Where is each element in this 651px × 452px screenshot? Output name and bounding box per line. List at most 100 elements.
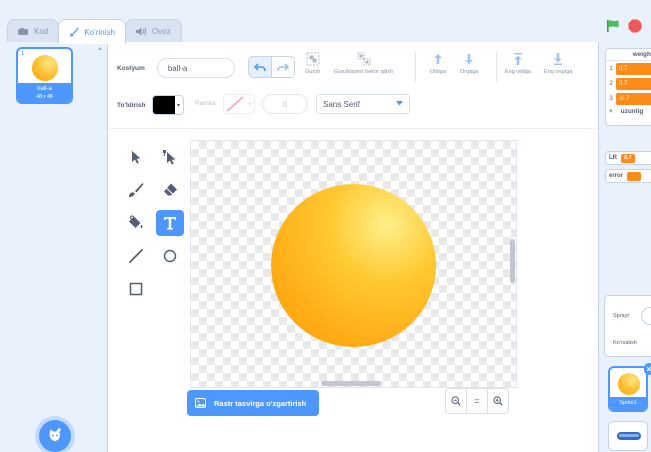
sprite-name-label: Sprayt: [613, 313, 629, 319]
convert-to-bitmap-label: Rastr tasvirga o'zgartirish: [214, 398, 307, 408]
costume-item-ball-a[interactable]: 1 ball-a 48 x 48: [16, 47, 73, 104]
canvas-horizontal-scrollbar[interactable]: [321, 381, 381, 386]
outline-width-input[interactable]: 0: [262, 94, 308, 114]
list-monitor-title: weigh: [606, 49, 651, 61]
fill-color-swatch[interactable]: ▾: [151, 95, 184, 115]
rectangle-tool[interactable]: [122, 276, 150, 302]
list-item-value[interactable]: 0.7: [616, 77, 651, 90]
delete-sprite-icon[interactable]: [644, 363, 651, 375]
costume-thumbnail: [32, 55, 58, 81]
tab-costumes[interactable]: Koʻrinish: [58, 19, 126, 44]
list-item: 2 0.7: [606, 76, 651, 91]
zoom-in-button[interactable]: [487, 388, 509, 414]
zoom-in-icon: [493, 396, 503, 406]
list-item-index: 2: [609, 80, 613, 87]
editor-tabs: Kod Koʻrinish Ovoz: [7, 19, 182, 44]
sprite-name-input[interactable]: [641, 307, 651, 325]
arrow-down-icon: [465, 54, 474, 64]
font-select[interactable]: Sans Serif: [316, 94, 410, 114]
chevron-down-icon: ▾: [248, 101, 252, 108]
tab-sounds[interactable]: Ovoz: [124, 19, 182, 43]
zoom-reset-button[interactable]: =: [466, 388, 488, 414]
redo-button[interactable]: [271, 56, 295, 78]
zoom-controls: =: [445, 388, 509, 414]
convert-to-bitmap-button[interactable]: Rastr tasvirga o'zgartirish: [187, 390, 319, 416]
ball-shape[interactable]: [271, 184, 436, 347]
undo-button[interactable]: [248, 56, 272, 78]
redo-icon: [277, 62, 289, 71]
line-icon: [129, 249, 143, 263]
stage-pane: weigh 1 0.7 2 0.7 3 -0.7 + uzunlig LR 0.…: [600, 42, 651, 452]
paddle-thumbnail-icon: [617, 432, 641, 440]
circle-icon: [163, 249, 177, 263]
text-tool[interactable]: [156, 210, 184, 236]
brush-tool[interactable]: [122, 177, 150, 203]
group-icon: [306, 52, 320, 66]
group-button[interactable]: Guruh: [305, 52, 320, 75]
circle-tool[interactable]: [156, 243, 184, 269]
variable-value: 0.7: [621, 153, 635, 163]
drawing-canvas[interactable]: [190, 140, 517, 388]
arrow-bottom-icon: [554, 53, 563, 65]
zoom-out-icon: [451, 396, 461, 406]
reshape-tool[interactable]: [156, 144, 184, 170]
zoom-out-button[interactable]: [445, 388, 467, 414]
costume-item-name: ball-a: [37, 86, 52, 92]
eraser-tool[interactable]: [156, 177, 184, 203]
front-button[interactable]: Eng oldiga: [505, 52, 531, 75]
outline-label: Ramka: [195, 100, 216, 107]
stop-icon[interactable]: [628, 19, 642, 33]
forward-button[interactable]: Oldiga: [430, 52, 446, 75]
fill-color-preview: [152, 96, 175, 114]
tab-costumes-label: Koʻrinish: [84, 27, 115, 37]
tab-code[interactable]: Kod: [7, 19, 60, 43]
list-monitor-weights[interactable]: weigh 1 0.7 2 0.7 3 -0.7 + uzunlig: [605, 48, 651, 126]
select-tool[interactable]: [122, 144, 150, 170]
drawing-tools: [122, 144, 184, 302]
outline-color-swatch[interactable]: ▾: [223, 94, 255, 114]
costume-name-label: Kostyum: [117, 64, 145, 72]
backward-label: Orqaga: [460, 69, 479, 75]
cat-plus-icon: [49, 428, 62, 441]
costume-item-size: 48 x 48: [36, 94, 53, 100]
costume-list-scroll-up-icon[interactable]: [96, 44, 104, 444]
costume-number: 1: [21, 51, 25, 57]
image-icon: [195, 398, 206, 408]
toolbar-divider: [496, 52, 497, 82]
line-tool[interactable]: [122, 243, 150, 269]
show-label: Ko'rsatish: [613, 340, 637, 346]
tab-sounds-label: Ovoz: [151, 27, 171, 36]
text-icon: [164, 217, 176, 230]
brush-icon: [70, 27, 80, 37]
list-item-value[interactable]: 0.7: [616, 62, 651, 75]
add-costume-button[interactable]: [39, 420, 71, 452]
costume-name-input[interactable]: ball-a: [156, 58, 235, 78]
list-item: 1 0.7: [606, 61, 651, 76]
green-flag-icon[interactable]: [606, 19, 620, 33]
fill-tool[interactable]: [122, 210, 150, 236]
paint-editor: Kostyum ball-a Guruh Guruhlashni bekor q…: [108, 42, 599, 452]
canvas-vertical-scrollbar[interactable]: [510, 239, 515, 283]
sprite-thumbnail: [618, 373, 640, 395]
arrow-pointer-icon: [132, 151, 141, 164]
front-label: Eng oldiga: [505, 69, 531, 75]
sprite-tile-sprite1[interactable]: Sprite1: [608, 366, 648, 412]
back-button[interactable]: Eng orqaga: [544, 52, 572, 75]
rectangle-icon: [129, 282, 143, 296]
ungroup-button[interactable]: Guruhlashni bekor qilish: [334, 52, 393, 75]
chevron-down-icon: ▾: [177, 102, 181, 109]
list-add-button[interactable]: +: [609, 108, 613, 115]
backward-button[interactable]: Orqaga: [460, 52, 478, 75]
speaker-icon: [135, 27, 147, 36]
fill-row: To'ldirish ▾: [117, 94, 184, 116]
list-item-value[interactable]: -0.7: [616, 92, 651, 105]
font-select-value: Sans Serif: [323, 99, 360, 109]
costume-item-label: ball-a 48 x 48: [18, 83, 71, 102]
variable-monitor-error[interactable]: error: [605, 169, 651, 183]
chevron-down-icon: [396, 101, 403, 106]
costume-name-row: Kostyum ball-a: [117, 56, 235, 80]
sprite-tile[interactable]: [608, 421, 648, 451]
forward-label: Oldiga: [430, 69, 446, 75]
variable-monitor-lr[interactable]: LR 0.7: [605, 151, 651, 165]
ungroup-label: Guruhlashni bekor qilish: [334, 69, 394, 75]
